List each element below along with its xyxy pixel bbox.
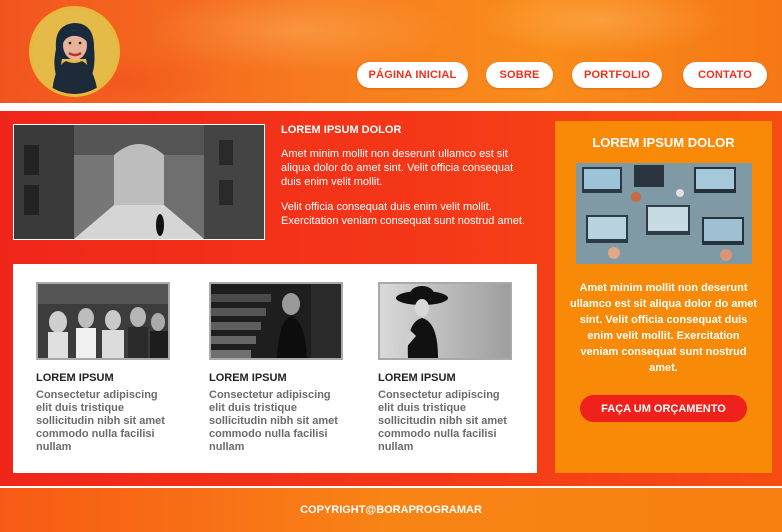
profile-avatar[interactable] bbox=[29, 6, 120, 97]
site-footer: COPYRIGHT@BORAPROGRAMAR bbox=[0, 488, 782, 532]
feature-image bbox=[13, 124, 265, 240]
sidebar-title: LOREM IPSUM DOLOR bbox=[592, 135, 735, 150]
nav-contact-button[interactable]: CONTATO bbox=[683, 62, 767, 88]
feature-title: LOREM IPSUM DOLOR bbox=[281, 124, 402, 136]
sidebar-image-workspace bbox=[576, 163, 752, 264]
card-image-party bbox=[36, 282, 170, 360]
sidebar-text: Amet minim mollit non deserunt ullamco e… bbox=[569, 282, 758, 374]
quote-button[interactable]: FAÇA UM ORÇAMENTO bbox=[580, 395, 747, 422]
card-image-stairs bbox=[209, 282, 343, 360]
card-text: Consectetur adipiscing elit duis tristiq… bbox=[36, 389, 165, 453]
card-image-hat-woman bbox=[378, 282, 512, 360]
nav-about-button[interactable]: SOBRE bbox=[486, 62, 553, 88]
card-text: Consectetur adipiscing elit duis tristiq… bbox=[209, 389, 338, 453]
nav-home-button[interactable]: PÁGINA INICIAL bbox=[357, 62, 468, 88]
card-title: LOREM IPSUM bbox=[36, 372, 114, 384]
profile-photo bbox=[32, 9, 117, 94]
card-title: LOREM IPSUM bbox=[209, 372, 287, 384]
sidebar-panel: LOREM IPSUM DOLOR Amet minim mollit non … bbox=[555, 121, 772, 473]
site-header: PÁGINA INICIAL SOBRE PORTFOLIO CONTATO bbox=[0, 0, 782, 103]
feature-paragraph-2: Velit officia consequat duis enim velit … bbox=[281, 201, 525, 227]
cards-panel: LOREM IPSUM Consectetur adipiscing elit … bbox=[13, 264, 537, 473]
card-text: Consectetur adipiscing elit duis tristiq… bbox=[378, 389, 507, 453]
feature-paragraph-1: Amet minim mollit non deserunt ullamco e… bbox=[281, 148, 514, 188]
card-item: LOREM IPSUM Consectetur adipiscing elit … bbox=[36, 282, 171, 454]
card-title: LOREM IPSUM bbox=[378, 372, 456, 384]
card-item: LOREM IPSUM Consectetur adipiscing elit … bbox=[209, 282, 344, 454]
nav-portfolio-button[interactable]: PORTFOLIO bbox=[572, 62, 662, 88]
copyright-text: COPYRIGHT@BORAPROGRAMAR bbox=[300, 504, 482, 516]
header-divider bbox=[0, 103, 782, 111]
card-item: LOREM IPSUM Consectetur adipiscing elit … bbox=[378, 282, 513, 454]
